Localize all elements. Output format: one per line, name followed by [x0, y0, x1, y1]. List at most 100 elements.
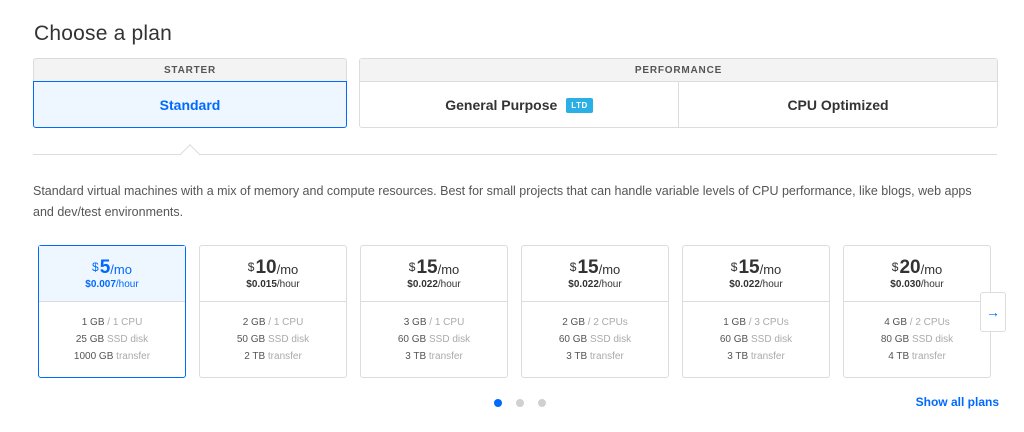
pagination-dots: [494, 399, 546, 407]
price-period: /mo: [920, 261, 943, 277]
hourly-amount: $0.022: [729, 278, 760, 290]
plan-card[interactable]: $20/mo $0.030/hour 4 GB / 2 CPUs 80 GB SSD …: [843, 245, 991, 378]
currency-symbol: $: [247, 259, 255, 274]
currency-symbol: $: [408, 259, 416, 274]
plan-price-section: $15/mo $0.022/hour: [683, 246, 829, 302]
spec-memory-cpu: 1 GB / 1 CPU: [82, 314, 143, 331]
spec-disk: 60 GB SSD disk: [398, 331, 470, 348]
spec-memory: 2 GB: [562, 317, 585, 328]
hourly-unit: /hour: [920, 278, 944, 290]
hourly-amount: $0.022: [568, 278, 599, 290]
spec-transfer-amount: 3 TB: [566, 351, 588, 362]
price-period: /mo: [759, 261, 782, 277]
hourly-price: $0.015/hour: [246, 279, 299, 290]
plan-card[interactable]: $15/mo $0.022/hour 2 GB / 2 CPUs 60 GB SSD …: [521, 245, 669, 378]
plan-specs: 1 GB / 1 CPU 25 GB SSD disk 1000 GB transf…: [39, 302, 185, 365]
hourly-unit: /hour: [115, 278, 139, 290]
page-title: Choose a plan: [34, 22, 173, 45]
performance-plan-group: PERFORMANCE General Purpose LTD CPU Opti…: [359, 58, 998, 128]
spec-disk-label: SSD disk: [429, 334, 471, 345]
spec-memory: 4 GB: [884, 317, 907, 328]
spec-disk: 50 GB SSD disk: [237, 331, 309, 348]
spec-disk: 80 GB SSD disk: [881, 331, 953, 348]
spec-transfer-label: transfer: [589, 351, 624, 362]
spec-disk-label: SSD disk: [751, 334, 793, 345]
price-period: /mo: [276, 261, 299, 277]
spec-transfer-amount: 2 TB: [244, 351, 266, 362]
plan-specs: 3 GB / 1 CPU 60 GB SSD disk 3 TB transfer: [361, 302, 507, 365]
plan-card[interactable]: $15/mo $0.022/hour 3 GB / 1 CPU 60 GB SSD d…: [360, 245, 508, 378]
pagination-dot-2[interactable]: [516, 399, 524, 407]
plan-card[interactable]: $10/mo $0.015/hour 2 GB / 1 CPU 50 GB SSD d…: [199, 245, 347, 378]
hourly-price: $0.022/hour: [407, 279, 460, 290]
hourly-unit: /hour: [437, 278, 461, 290]
performance-group-header: PERFORMANCE: [360, 59, 997, 82]
spec-transfer: 4 TB transfer: [888, 348, 946, 365]
spec-disk: 25 GB SSD disk: [76, 331, 148, 348]
spec-transfer-label: transfer: [911, 351, 946, 362]
currency-symbol: $: [730, 259, 738, 274]
spec-transfer-label: transfer: [428, 351, 463, 362]
spec-transfer: 2 TB transfer: [244, 348, 302, 365]
spec-disk-size: 80 GB: [880, 334, 910, 345]
plan-price-section: $15/mo $0.022/hour: [522, 246, 668, 302]
tab-standard[interactable]: Standard: [33, 81, 347, 128]
starter-plan-group: STARTER Standard: [33, 58, 347, 128]
spec-transfer: 3 TB transfer: [566, 348, 624, 365]
spec-disk-size: 60 GB: [719, 334, 749, 345]
spec-memory: 1 GB: [81, 317, 105, 328]
tab-cpu-optimized[interactable]: CPU Optimized: [678, 82, 997, 128]
plan-card[interactable]: $15/mo $0.022/hour 1 GB / 3 CPUs 60 GB SSD …: [682, 245, 830, 378]
plan-specs: 1 GB / 3 CPUs 60 GB SSD disk 3 TB transfer: [683, 302, 829, 365]
spec-disk: 60 GB SSD disk: [720, 331, 792, 348]
ltd-badge: LTD: [566, 97, 593, 113]
spec-transfer-label: transfer: [267, 351, 302, 362]
plan-description: Standard virtual machines with a mix of …: [33, 184, 972, 219]
pagination-dot-3[interactable]: [538, 399, 546, 407]
price-period: /mo: [598, 261, 621, 277]
monthly-price: $20/mo: [892, 257, 943, 278]
spec-disk-label: SSD disk: [590, 334, 632, 345]
spec-memory-cpu: 2 GB / 1 CPU: [243, 314, 304, 331]
spec-transfer-label: transfer: [116, 351, 151, 362]
spec-disk-size: 25 GB: [75, 334, 105, 345]
monthly-price: $15/mo: [408, 256, 460, 278]
plan-price-section: $5/mo $0.007/hour: [39, 246, 185, 302]
hourly-price: $0.022/hour: [568, 279, 621, 290]
spec-memory: 1 GB: [723, 317, 746, 328]
tab-general-purpose-label: General Purpose: [445, 97, 558, 113]
spec-transfer: 3 TB transfer: [405, 348, 463, 365]
spec-transfer-amount: 3 TB: [405, 351, 427, 362]
spec-cpu: / 1 CPU: [107, 317, 143, 328]
spec-cpu: / 2 CPUs: [587, 317, 628, 328]
hourly-unit: /hour: [759, 278, 783, 290]
price-period: /mo: [110, 261, 132, 277]
hourly-price: $0.007/hour: [85, 279, 138, 290]
spec-transfer: 1000 GB transfer: [74, 348, 150, 365]
price-amount: 5: [99, 256, 111, 278]
currency-symbol: $: [569, 259, 577, 274]
plan-specs: 2 GB / 1 CPU 50 GB SSD disk 2 TB transfer: [200, 302, 346, 365]
spec-transfer-amount: 4 TB: [888, 351, 910, 362]
show-all-plans-link[interactable]: Show all plans: [916, 395, 999, 409]
spec-disk-size: 50 GB: [236, 334, 266, 345]
pagination-dot-1[interactable]: [494, 399, 502, 407]
tab-general-purpose[interactable]: General Purpose LTD: [360, 82, 678, 128]
spec-memory-cpu: 3 GB / 1 CPU: [404, 314, 465, 331]
next-plans-button[interactable]: →: [980, 292, 1006, 332]
hourly-price: $0.022/hour: [729, 279, 782, 290]
price-amount: 15: [416, 256, 438, 278]
plan-card[interactable]: $5/mo $0.007/hour 1 GB / 1 CPU 25 GB SSD di…: [38, 245, 186, 378]
hourly-amount: $0.022: [407, 278, 438, 290]
spec-disk-label: SSD disk: [912, 334, 954, 345]
price-period: /mo: [437, 261, 460, 277]
spec-cpu: / 2 CPUs: [909, 317, 950, 328]
spec-transfer: 3 TB transfer: [727, 348, 785, 365]
spec-disk-size: 60 GB: [397, 334, 427, 345]
spec-memory-cpu: 2 GB / 2 CPUs: [562, 314, 628, 331]
price-amount: 15: [577, 256, 599, 278]
plan-price-section: $15/mo $0.022/hour: [361, 246, 507, 302]
spec-cpu: / 1 CPU: [268, 317, 304, 328]
spec-disk-label: SSD disk: [268, 334, 310, 345]
starter-group-header: STARTER: [33, 58, 347, 81]
